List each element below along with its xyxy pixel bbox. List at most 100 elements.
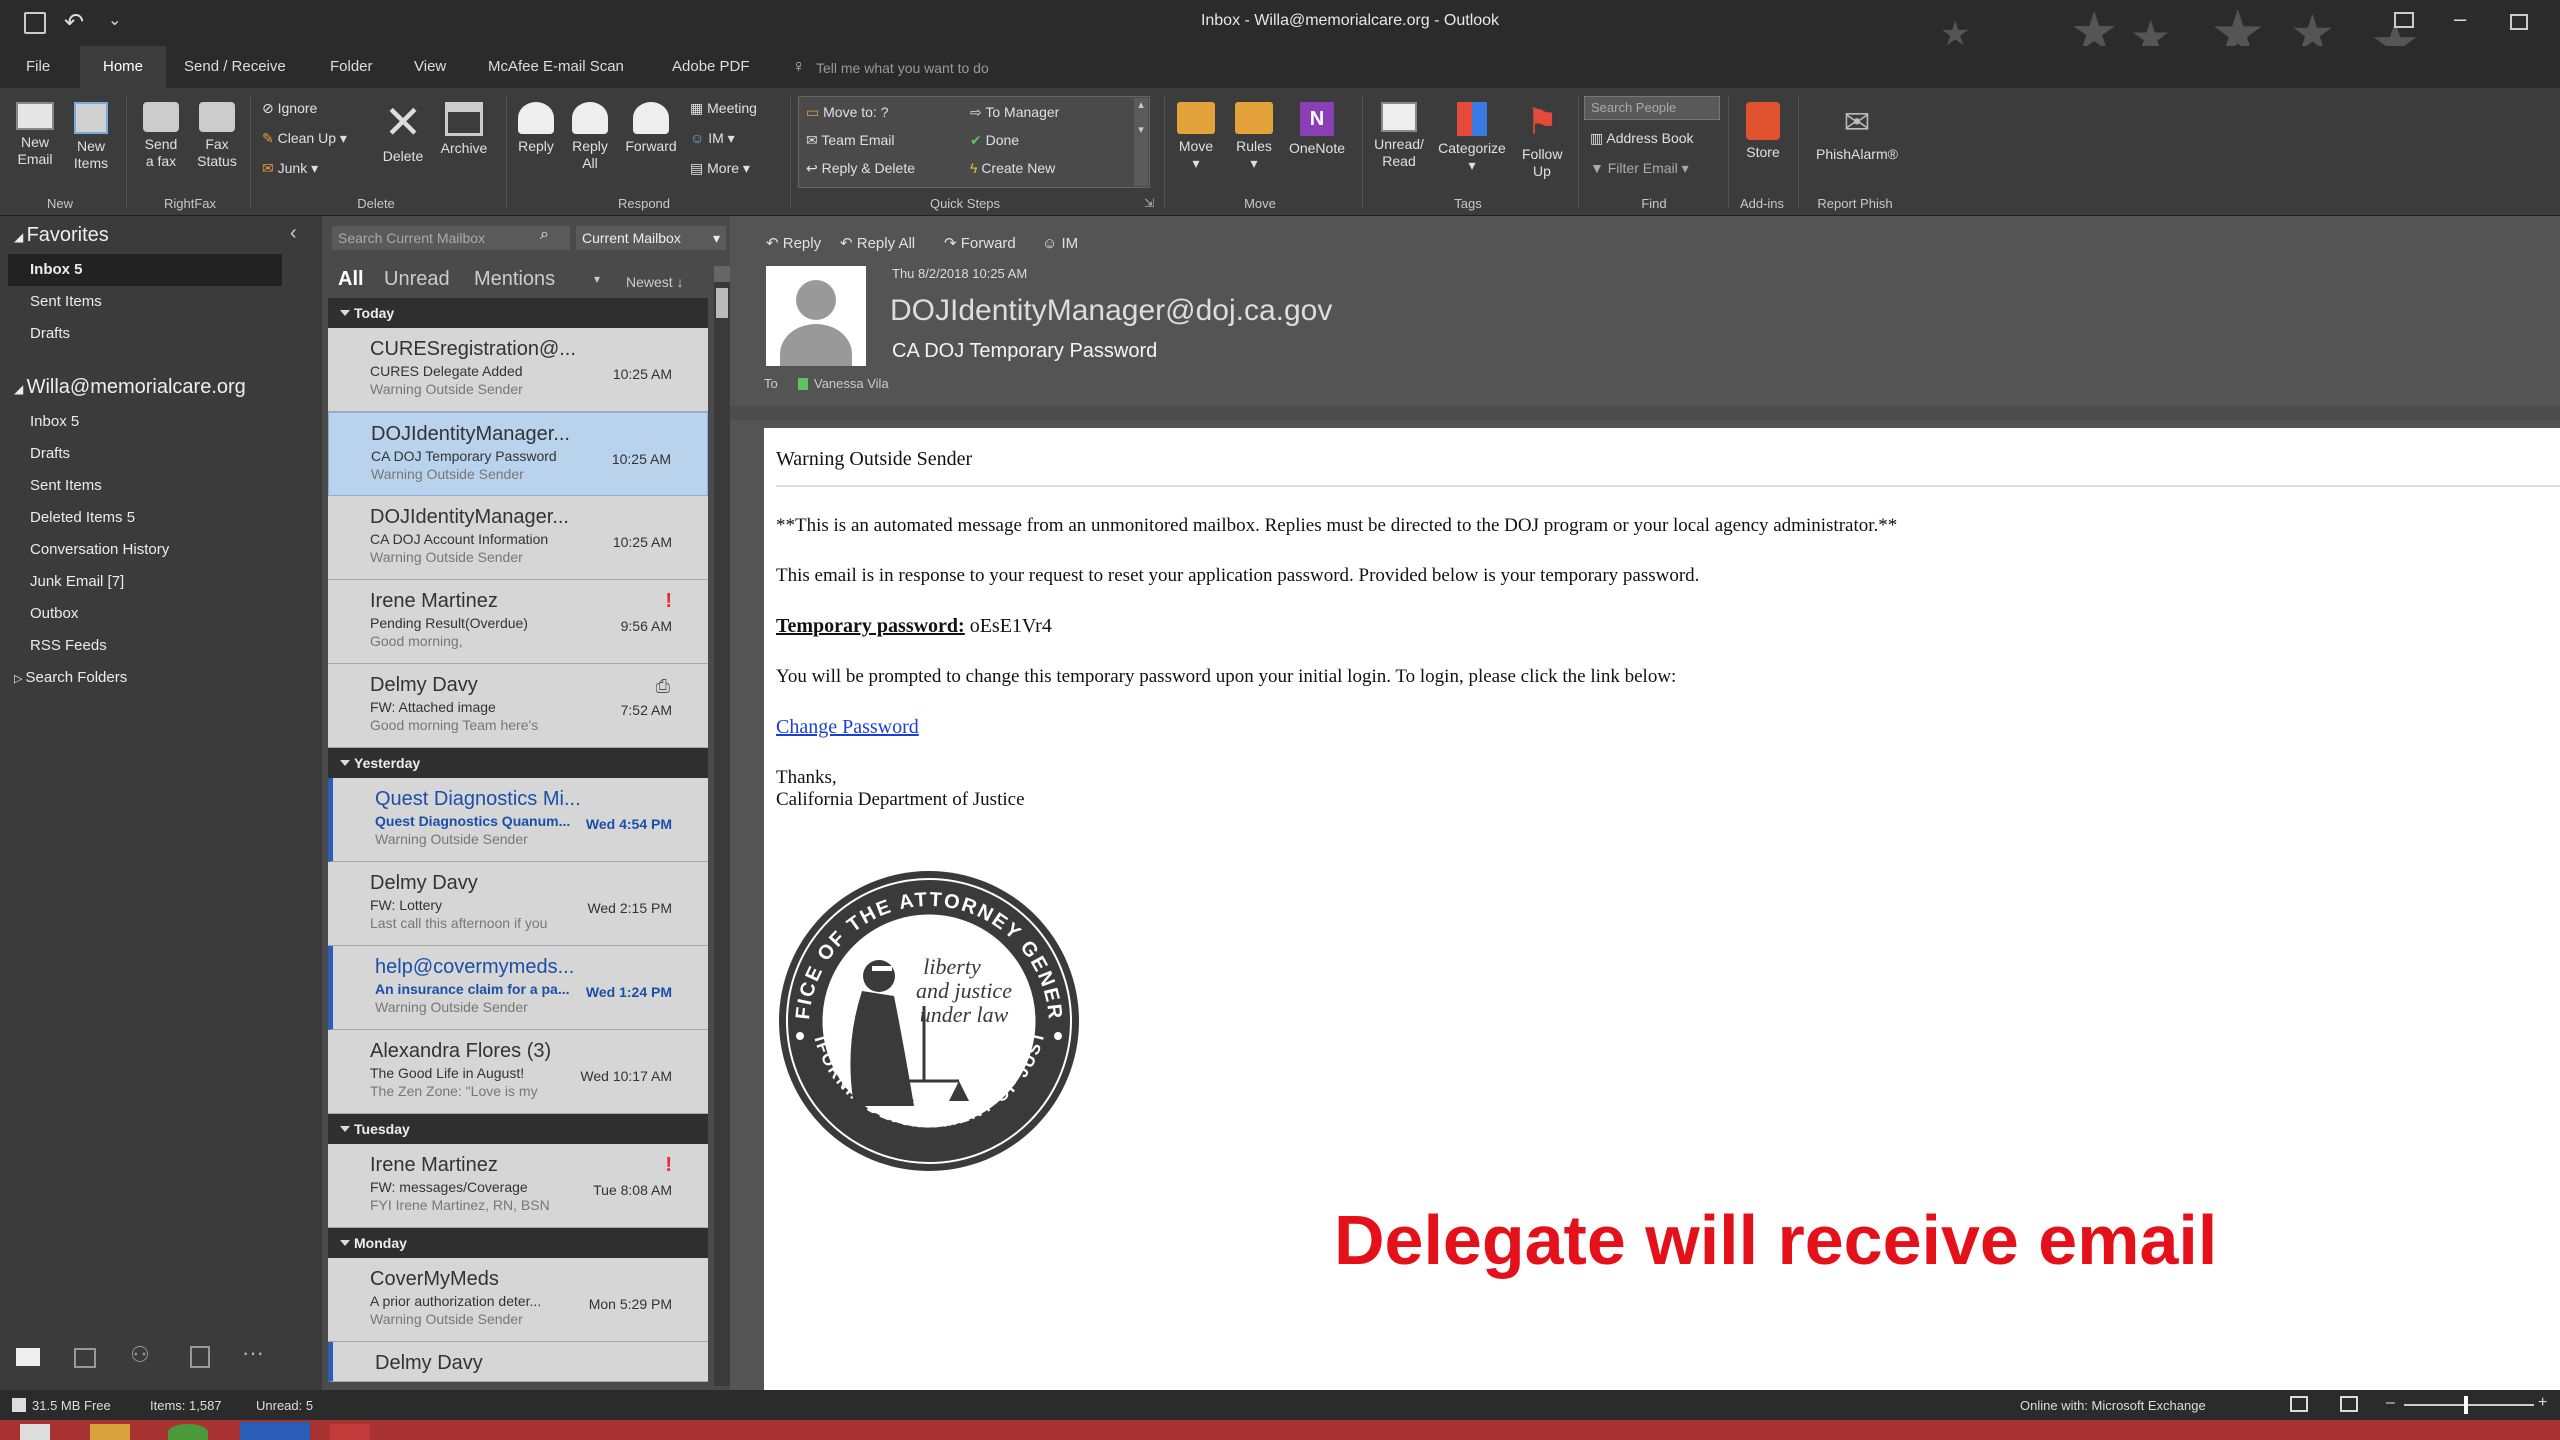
zoom-slider-thumb[interactable] — [2464, 1396, 2468, 1414]
message-item-unread[interactable]: help@covermymeds... An insurance claim fo… — [328, 946, 708, 1030]
sender-avatar[interactable] — [766, 266, 866, 366]
reply-button[interactable]: Reply — [510, 102, 562, 155]
favorites-header[interactable]: ◢ Favorites — [0, 216, 322, 254]
phishalarm-button[interactable]: ✉ PhishAlarm® — [1802, 102, 1912, 163]
folder-sent-items[interactable]: Sent Items — [0, 470, 322, 502]
zoom-out-icon[interactable]: – — [2386, 1394, 2395, 1412]
rules-button[interactable]: Rules ▾ — [1226, 102, 1282, 172]
reading-reply-all-button[interactable]: ↶ Reply All — [840, 232, 915, 256]
fav-sent-items[interactable]: Sent Items — [0, 286, 322, 318]
undo-icon[interactable]: ↶ — [64, 8, 84, 37]
message-item[interactable]: ! Irene Martinez Pending Result(Overdue) Go… — [328, 580, 708, 664]
message-item[interactable]: ⎙ Delmy Davy FW: Attached image Good mornin… — [328, 664, 708, 748]
follow-up-button[interactable]: ⚑ Follow Up — [1512, 102, 1572, 180]
message-item-unread[interactable]: Quest Diagnostics Mi... Quest Diagnostics… — [328, 778, 708, 862]
save-icon[interactable] — [24, 12, 46, 34]
message-item-selected[interactable]: DOJIdentityManager... CA DOJ Temporary Pa… — [328, 412, 708, 496]
categorize-button[interactable]: Categorize ▾ — [1432, 102, 1512, 174]
meeting-button[interactable]: ▦ Meeting — [690, 96, 757, 120]
im-button[interactable]: ☺ IM ▾ — [690, 126, 735, 150]
reading-reply-button[interactable]: ↶ Reply — [766, 232, 821, 256]
fax-status-button[interactable]: Fax Status — [190, 102, 244, 170]
message-item[interactable]: Delmy Davy FW: Lottery Last call this afte… — [328, 862, 708, 946]
group-header-tuesday[interactable]: Tuesday — [328, 1114, 708, 1144]
ignore-button[interactable]: ⊘ Ignore — [262, 96, 317, 120]
message-item[interactable]: Delmy Davy — [328, 1342, 708, 1382]
move-button[interactable]: Move ▾ — [1168, 102, 1224, 172]
reading-forward-button[interactable]: ↷ Forward — [944, 232, 1016, 256]
message-item[interactable]: CoverMyMeds A prior authorization deter..… — [328, 1258, 708, 1342]
people-icon[interactable]: ⚇ — [130, 1342, 150, 1368]
change-password-link[interactable]: Change Password — [776, 716, 2560, 739]
sender-address[interactable]: DOJIdentityManager@doj.ca.gov — [890, 294, 1332, 328]
group-header-today[interactable]: Today — [328, 298, 708, 328]
address-book-button[interactable]: ▥ Address Book — [1590, 126, 1694, 150]
zoom-in-icon[interactable]: + — [2538, 1394, 2547, 1412]
account-header[interactable]: ◢ Willa@memorialcare.org — [0, 368, 322, 406]
group-header-monday[interactable]: Monday — [328, 1228, 708, 1258]
folder-junk-email[interactable]: Junk Email [7] — [0, 566, 322, 598]
store-button[interactable]: Store — [1732, 102, 1794, 161]
qs-done[interactable]: ✔ Done — [970, 128, 1019, 152]
tab-file[interactable]: File — [26, 58, 50, 75]
start-icon[interactable] — [20, 1424, 50, 1440]
group-header-yesterday[interactable]: Yesterday — [328, 748, 708, 778]
filter-unread[interactable]: Unread — [384, 268, 450, 291]
filter-email-button[interactable]: ▼ Filter Email ▾ — [1590, 156, 1689, 180]
search-icon[interactable]: ⌕ — [540, 226, 549, 244]
reading-view-icon[interactable] — [2340, 1396, 2358, 1412]
mail-icon[interactable] — [16, 1348, 40, 1366]
customize-qat-icon[interactable]: ⌄ — [108, 10, 121, 30]
scroll-up-arrow[interactable] — [714, 266, 730, 282]
chevron-down-icon[interactable]: ▾ — [594, 272, 600, 286]
unread-read-button[interactable]: Unread/ Read — [1366, 102, 1432, 170]
search-input[interactable]: Search Current Mailbox — [332, 226, 570, 250]
qs-reply-delete[interactable]: ↩ Reply & Delete — [806, 156, 915, 180]
tab-folder[interactable]: Folder — [330, 58, 373, 75]
new-items-button[interactable]: New Items — [64, 102, 118, 172]
ribbon-display-options-icon[interactable] — [2394, 12, 2414, 28]
qs-team-email[interactable]: ✉ Team Email — [806, 128, 895, 152]
fav-drafts[interactable]: Drafts — [0, 318, 322, 350]
reading-im-button[interactable]: ☺ IM — [1042, 232, 1078, 256]
list-scrollbar[interactable] — [714, 266, 730, 1386]
search-people-input[interactable]: Search People — [1584, 96, 1720, 120]
onenote-button[interactable]: N OneNote — [1282, 102, 1352, 157]
taskbar-app-icon[interactable] — [168, 1424, 208, 1440]
taskbar-app-icon[interactable] — [240, 1422, 310, 1440]
sort-order[interactable]: Newest ↓ — [626, 274, 684, 290]
junk-button[interactable]: ✉ Junk ▾ — [262, 156, 318, 180]
message-item[interactable]: ! Irene Martinez FW: messages/Coverage FYI … — [328, 1144, 708, 1228]
message-item[interactable]: Alexandra Flores (3) The Good Life in Aug… — [328, 1030, 708, 1114]
message-item[interactable]: DOJIdentityManager... CA DOJ Account Info… — [328, 496, 708, 580]
zoom-slider-track[interactable] — [2404, 1404, 2534, 1406]
recipient-name[interactable]: Vanessa Vila — [814, 376, 889, 391]
reply-all-button[interactable]: Reply All — [564, 102, 616, 172]
folder-outbox[interactable]: Outbox — [0, 598, 322, 630]
send-fax-button[interactable]: Send a fax — [134, 102, 188, 170]
taskbar-app-icon[interactable] — [90, 1424, 130, 1440]
qs-move-to[interactable]: ▭ Move to: ? — [806, 100, 889, 124]
taskbar-app-icon[interactable] — [330, 1424, 370, 1440]
minimize-pane-icon[interactable]: ‹ — [290, 222, 297, 245]
dialog-launcher-icon[interactable]: ⇲ — [1144, 196, 1154, 210]
tell-me-box[interactable]: Tell me what you want to do — [816, 60, 989, 76]
tab-adobe-pdf[interactable]: Adobe PDF — [672, 58, 750, 75]
connection-status[interactable]: Online with: Microsoft Exchange — [2020, 1398, 2206, 1413]
normal-view-icon[interactable] — [2290, 1396, 2308, 1412]
delete-button[interactable]: ✕ Delete — [372, 98, 434, 165]
scroll-thumb[interactable] — [716, 288, 728, 318]
folder-deleted-items[interactable]: Deleted Items 5 — [0, 502, 322, 534]
new-email-button[interactable]: New Email — [8, 102, 62, 168]
tab-view[interactable]: View — [414, 58, 446, 75]
folder-search-folders[interactable]: ▷ Search Folders — [0, 662, 322, 694]
folder-conversation-history[interactable]: Conversation History — [0, 534, 322, 566]
filter-all[interactable]: All — [338, 268, 364, 291]
fav-inbox[interactable]: Inbox 5 — [8, 254, 282, 286]
qs-create-new[interactable]: ϟ Create New — [970, 156, 1055, 180]
search-scope-dropdown[interactable]: Current Mailbox ▾ — [576, 226, 726, 250]
tasks-icon[interactable] — [190, 1346, 210, 1368]
forward-button[interactable]: Forward — [620, 102, 682, 155]
filter-mentions[interactable]: Mentions — [474, 268, 555, 291]
archive-button[interactable]: Archive — [432, 102, 496, 157]
